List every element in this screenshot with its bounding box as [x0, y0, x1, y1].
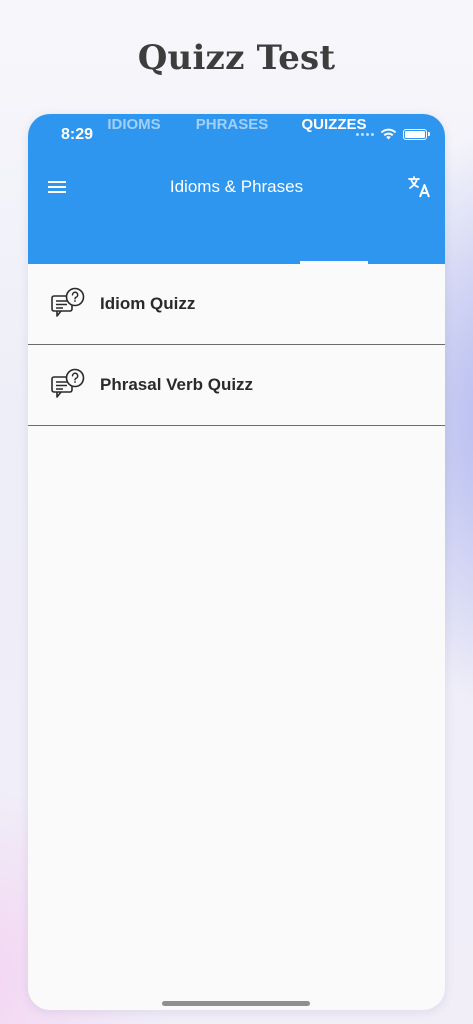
marketing-title: Quizz Test — [137, 38, 336, 78]
phone-screen: 8:29 Idioms & Phrases IDIOMS PHRASES QUI… — [28, 114, 445, 1010]
status-time: 8:29 — [61, 126, 94, 143]
quiz-item-label: Idiom Quizz — [100, 294, 196, 313]
tab-quizzes[interactable]: QUIZZES — [298, 116, 370, 133]
quiz-chat-question-icon — [51, 368, 85, 398]
translate-icon — [408, 176, 430, 198]
quiz-item-label: Phrasal Verb Quizz — [100, 375, 254, 394]
battery-icon — [403, 128, 430, 140]
wifi-icon — [380, 128, 397, 140]
app-title: Idioms & Phrases — [169, 177, 304, 196]
app-header: 8:29 Idioms & Phrases IDIOMS PHRASES QUI… — [28, 114, 445, 264]
tab-idioms[interactable]: IDIOMS — [104, 116, 164, 133]
home-indicator[interactable] — [162, 1001, 310, 1006]
quiz-item-idiom[interactable]: Idiom Quizz — [28, 264, 445, 345]
quiz-chat-question-icon — [51, 287, 85, 317]
translate-button[interactable] — [407, 174, 433, 200]
quiz-item-phrasal-verb[interactable]: Phrasal Verb Quizz — [28, 345, 445, 426]
quiz-list: Idiom Quizz Phrasal Verb Quizz — [28, 264, 445, 426]
tab-phrases[interactable]: PHRASES — [194, 116, 270, 133]
